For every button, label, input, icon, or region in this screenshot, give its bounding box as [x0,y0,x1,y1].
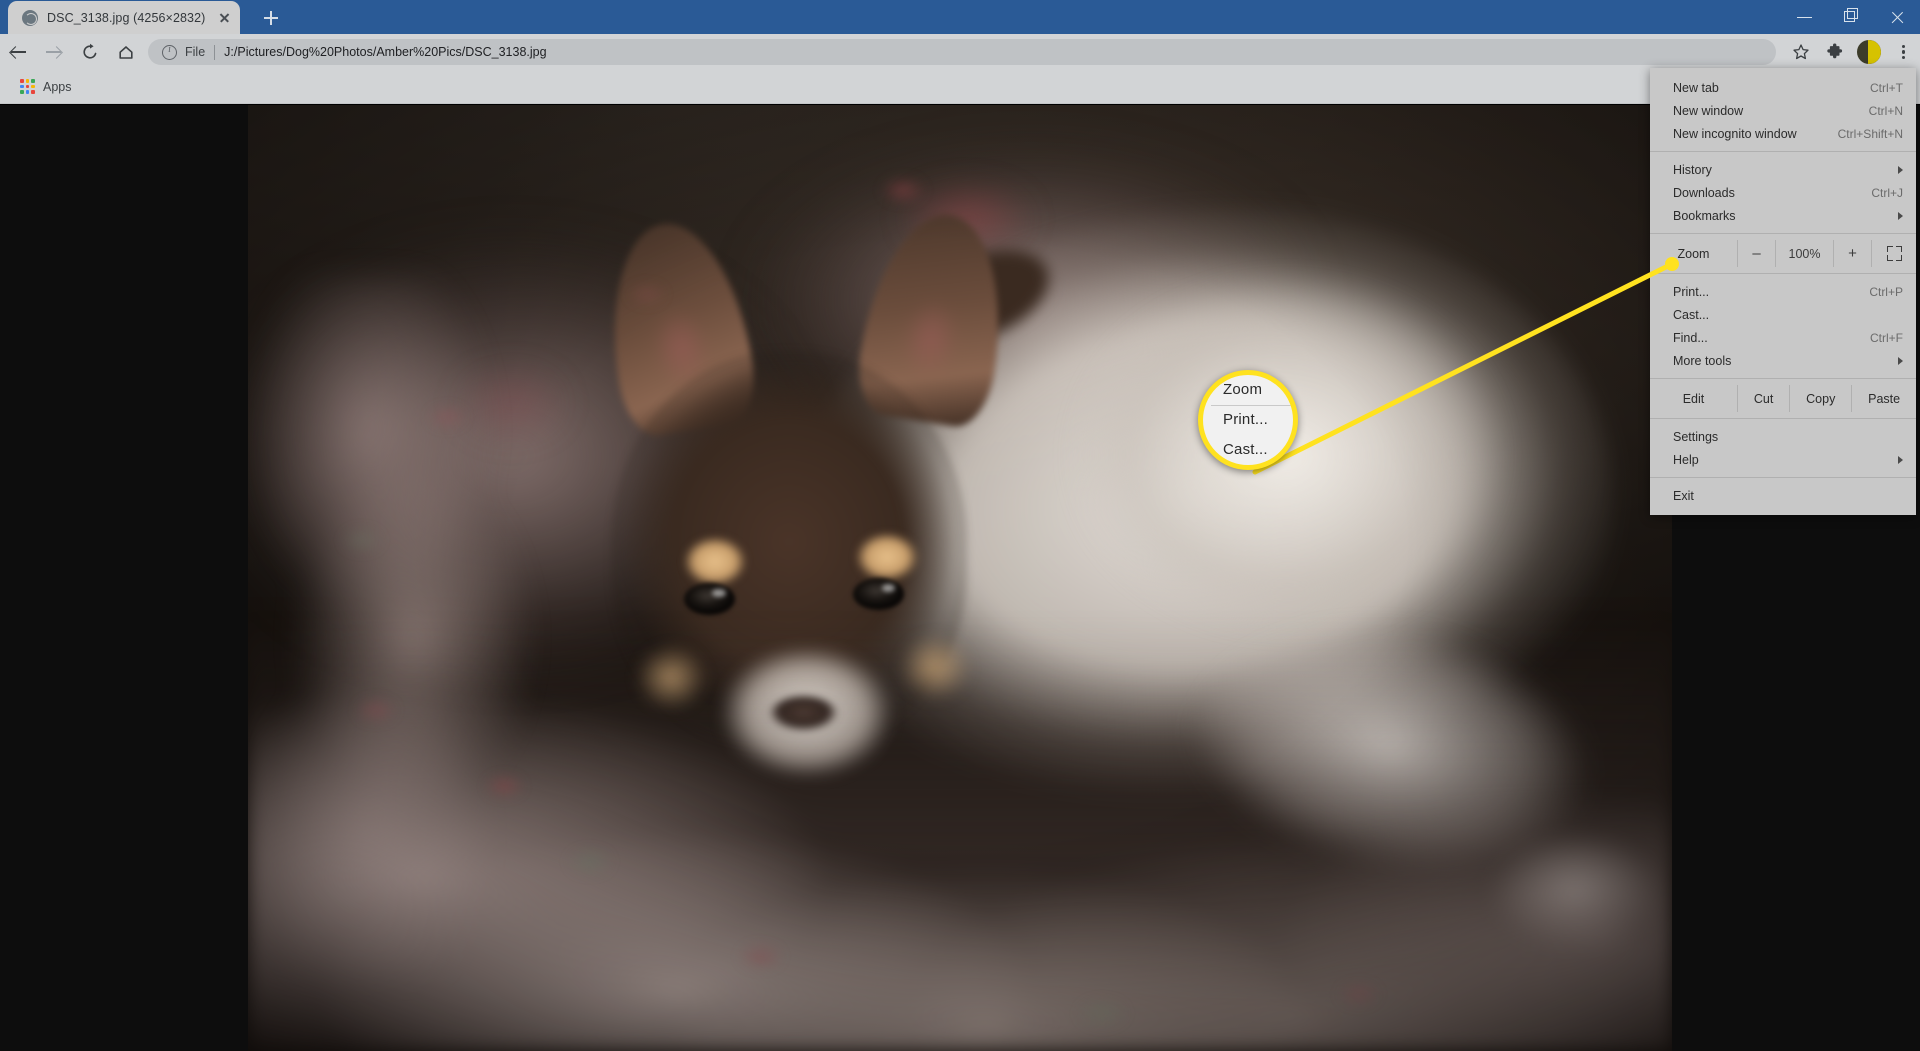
fullscreen-button[interactable] [1872,240,1916,267]
close-window-button[interactable] [1874,0,1920,34]
chevron-right-icon [1898,211,1903,220]
menu-item-accelerator: Ctrl+P [1869,284,1903,299]
minimize-button[interactable] [1782,0,1828,34]
menu-item-label: Downloads [1673,185,1735,200]
menu-item-more-tools[interactable]: More tools [1650,349,1916,372]
puzzle-icon[interactable] [1818,35,1852,69]
tab-title: DSC_3138.jpg (4256×2832) [47,10,206,25]
cut-button[interactable]: Cut [1738,385,1791,412]
menu-item-cast[interactable]: Cast... [1650,303,1916,326]
menu-item-accelerator: Ctrl+T [1870,80,1903,95]
back-icon[interactable] [0,34,36,70]
image-viewer-page [0,105,1920,1051]
star-icon[interactable] [1784,35,1818,69]
menu-item-accelerator: Ctrl+N [1868,103,1903,118]
address-bar[interactable]: File J:/Pictures/Dog%20Photos/Amber%20Pi… [148,39,1776,65]
menu-item-bookmarks[interactable]: Bookmarks [1650,204,1916,227]
menu-item-label: More tools [1673,353,1732,368]
bookmark-label: Apps [43,79,72,94]
menu-separator [1650,378,1916,379]
menu-item-label: New incognito window [1673,126,1797,141]
edit-label: Edit [1650,385,1738,412]
reload-icon[interactable] [72,34,108,70]
browser-toolbar: File J:/Pictures/Dog%20Photos/Amber%20Pi… [0,34,1920,70]
menu-item-label: New window [1673,103,1744,118]
menu-item-new-incognito-window[interactable]: New incognito window Ctrl+Shift+N [1650,122,1916,145]
menu-separator [1650,273,1916,274]
chevron-right-icon [1898,356,1903,365]
apps-grid-icon [20,79,35,94]
browser-window: DSC_3138.jpg (4256×2832) i File J:/Pictu… [0,0,1920,1051]
menu-item-label: History [1673,162,1712,177]
menu-row-zoom: Zoom – 100% + [1650,240,1916,267]
menu-item-label: New tab [1673,80,1719,95]
menu-item-accelerator: Ctrl+Shift+N [1837,126,1903,141]
menu-row-edit: Edit Cut Copy Paste [1650,385,1916,412]
browser-tab[interactable]: DSC_3138.jpg (4256×2832) [8,1,240,34]
menu-separator [1650,477,1916,478]
menu-item-label: Cast... [1673,307,1710,322]
menu-item-new-tab[interactable]: New tab Ctrl+T [1650,76,1916,99]
menu-item-exit[interactable]: Exit [1650,484,1916,507]
title-bar: DSC_3138.jpg (4256×2832) [0,0,1920,34]
avatar [1857,40,1881,64]
paste-button[interactable]: Paste [1852,385,1916,412]
chrome-menu-icon[interactable] [1886,35,1920,69]
close-icon[interactable] [214,8,234,28]
zoom-level-value: 100% [1776,240,1834,267]
menu-separator [1650,151,1916,152]
chrome-main-menu: New tab Ctrl+T New window Ctrl+N New inc… [1650,68,1916,515]
menu-item-label: Exit [1673,488,1694,503]
home-icon[interactable] [108,34,144,70]
zoom-out-button[interactable]: – [1738,240,1776,267]
menu-item-accelerator: Ctrl+J [1871,185,1903,200]
photo-vignette [248,105,1672,1051]
menu-separator [1650,418,1916,419]
forward-icon[interactable] [36,34,72,70]
window-controls [1782,0,1920,34]
url-text[interactable]: J:/Pictures/Dog%20Photos/Amber%20Pics/DS… [224,45,546,59]
info-icon[interactable] [162,44,177,60]
bookmark-item-apps[interactable]: Apps [12,74,80,100]
photo-image[interactable] [248,105,1672,1051]
menu-item-label: Settings [1673,429,1719,444]
menu-item-downloads[interactable]: Downloads Ctrl+J [1650,181,1916,204]
copy-button[interactable]: Copy [1790,385,1853,412]
chevron-right-icon [1898,165,1903,174]
profile-avatar[interactable] [1852,35,1886,69]
menu-item-new-window[interactable]: New window Ctrl+N [1650,99,1916,122]
divider [214,44,216,60]
menu-item-find[interactable]: Find... Ctrl+F [1650,326,1916,349]
new-tab-button[interactable] [258,5,284,31]
menu-item-accelerator: Ctrl+F [1870,330,1903,345]
menu-item-label: Print... [1673,284,1710,299]
url-scheme-label: File [185,45,206,59]
menu-item-print[interactable]: Print... Ctrl+P [1650,280,1916,303]
menu-item-label: Bookmarks [1673,208,1736,223]
menu-item-history[interactable]: History [1650,158,1916,181]
zoom-in-button[interactable]: + [1834,240,1872,267]
fullscreen-icon [1886,246,1902,261]
tab-strip: DSC_3138.jpg (4256×2832) [0,0,240,34]
menu-item-label: Help [1673,452,1699,467]
globe-icon [22,9,38,26]
chevron-right-icon [1898,455,1903,464]
menu-item-label: Find... [1673,330,1708,345]
zoom-label: Zoom [1650,240,1738,267]
menu-item-help[interactable]: Help [1650,448,1916,471]
maximize-button[interactable] [1828,0,1874,34]
menu-item-settings[interactable]: Settings [1650,425,1916,448]
menu-separator [1650,233,1916,234]
bookmarks-bar: Apps [0,70,1920,104]
